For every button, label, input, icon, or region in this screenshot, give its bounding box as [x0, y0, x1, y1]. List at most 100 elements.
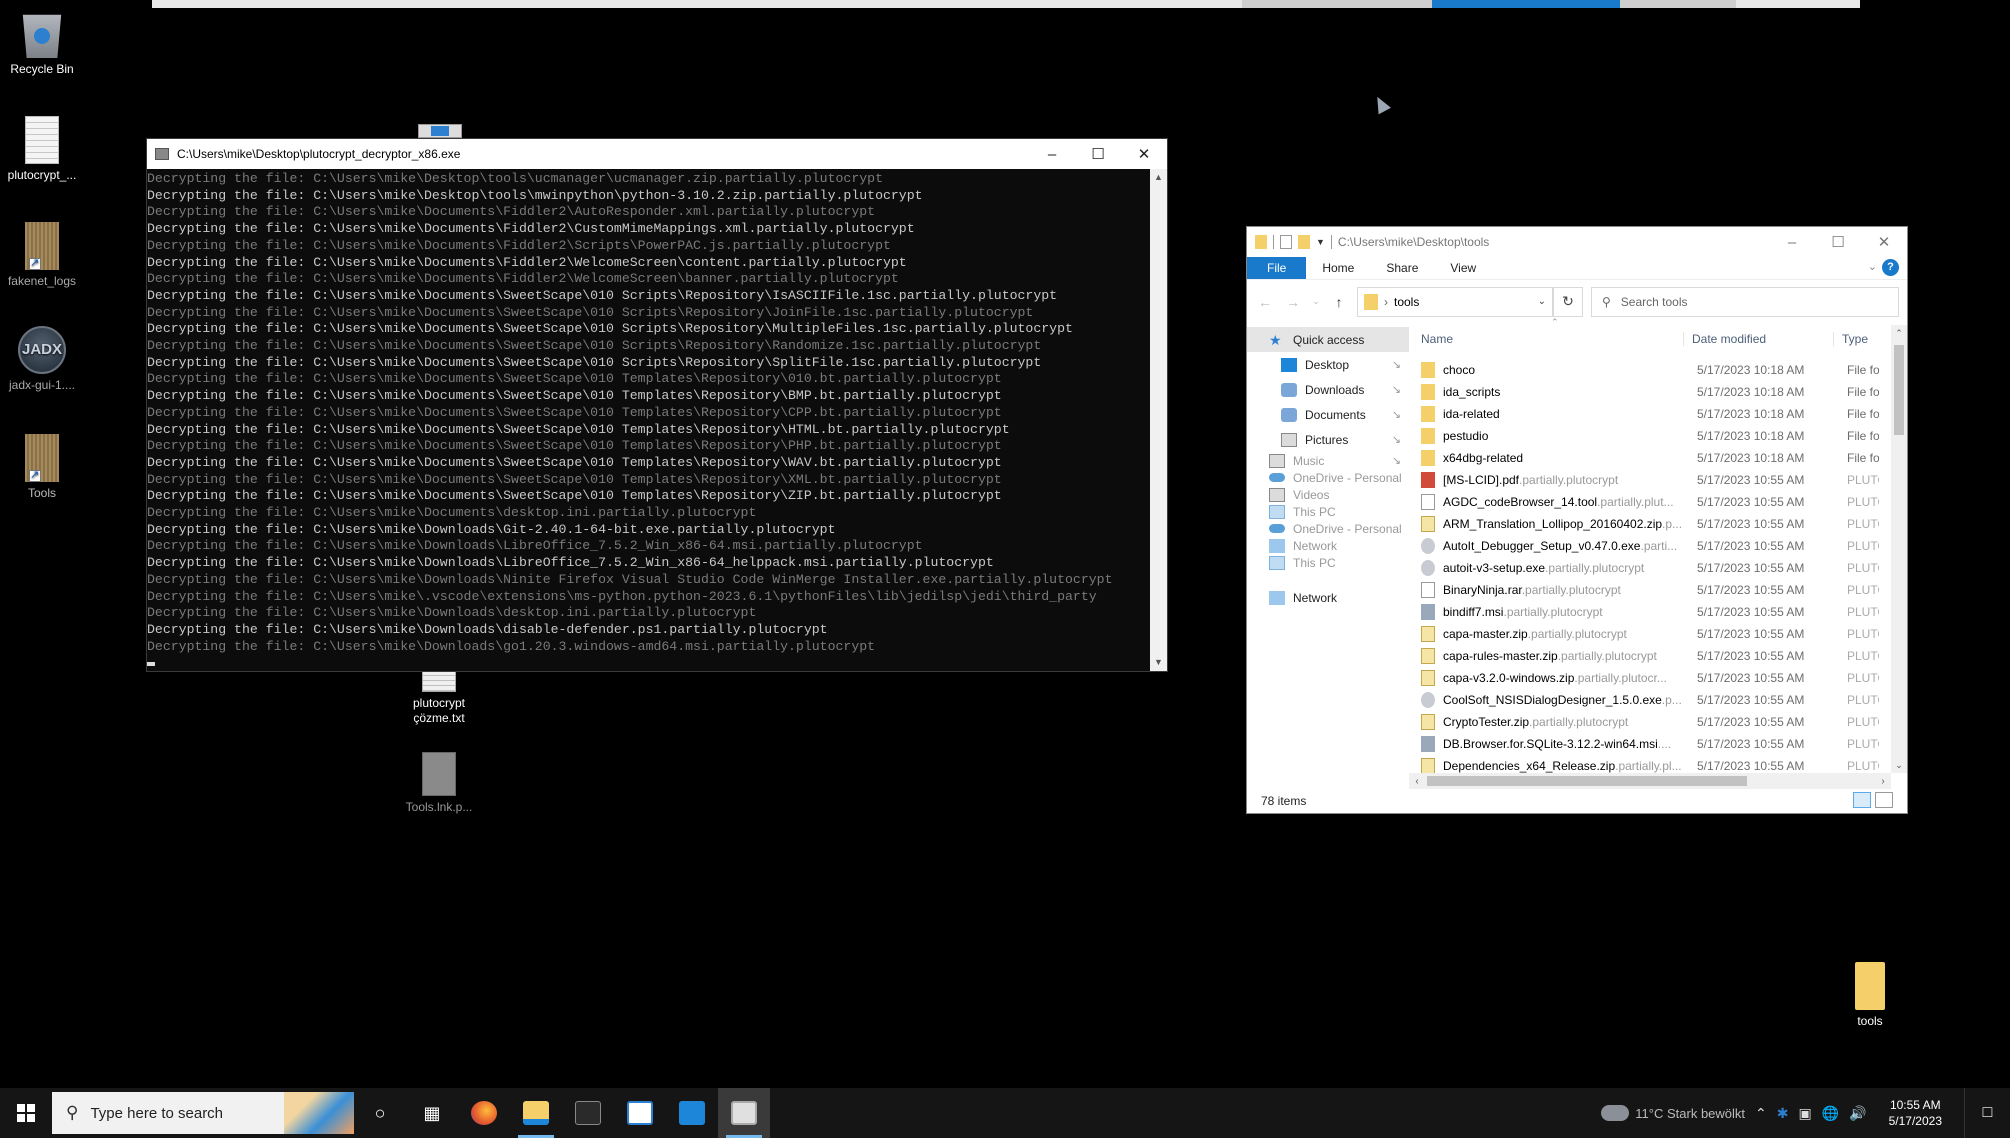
scroll-up-icon[interactable]: ⌃	[1891, 325, 1907, 341]
file-row[interactable]: CryptoTester.zip.partially.plutocrypt 5/1…	[1409, 711, 1891, 733]
nav-item-onedrive-personal[interactable]: OneDrive - Personal	[1247, 469, 1409, 486]
new-folder-icon[interactable]	[1298, 235, 1310, 249]
expand-ribbon-icon[interactable]: ⌄	[1868, 260, 1877, 273]
address-dropdown-icon[interactable]: ⌄	[1538, 296, 1546, 307]
tab-share[interactable]: Share	[1370, 257, 1434, 279]
properties-icon[interactable]	[1280, 235, 1292, 249]
file-row[interactable]: choco 5/17/2023 10:18 AM File fo	[1409, 359, 1891, 381]
column-name[interactable]: Name	[1409, 332, 1683, 346]
file-row[interactable]: BinaryNinja.rar.partially.plutocrypt 5/17…	[1409, 579, 1891, 601]
start-button[interactable]	[0, 1088, 52, 1138]
nav-item-this-pc[interactable]: This PC	[1247, 554, 1409, 571]
refresh-icon[interactable]: ↻	[1553, 286, 1583, 317]
tab-file[interactable]: File	[1247, 257, 1307, 279]
tab-view[interactable]: View	[1434, 257, 1492, 279]
pin-icon[interactable]: ↘	[1392, 408, 1401, 421]
file-row[interactable]: CoolSoft_NSISDialogDesigner_1.5.0.exe.p.…	[1409, 689, 1891, 711]
volume-icon[interactable]: 🔊	[1849, 1105, 1866, 1122]
network-icon[interactable]: 🌐	[1822, 1105, 1839, 1122]
file-row[interactable]: ARM_Translation_Lollipop_20160402.zip.p.…	[1409, 513, 1891, 535]
console-title-bar[interactable]: C:\Users\mike\Desktop\plutocrypt_decrypt…	[147, 139, 1167, 169]
navigation-pane[interactable]: ★ Quick access Desktop ↘ Downloads ↘ Documents…	[1247, 325, 1409, 789]
nav-item-documents[interactable]: Documents ↘	[1247, 402, 1409, 427]
file-list-horizontal-scrollbar[interactable]: ‹ ›	[1409, 773, 1891, 789]
nav-item-downloads[interactable]: Downloads ↘	[1247, 377, 1409, 402]
clock[interactable]: 10:55 AM 5/17/2023	[1877, 1097, 1954, 1129]
minimize-button[interactable]: –	[1769, 227, 1815, 257]
scroll-thumb[interactable]	[1427, 776, 1747, 786]
desktop-icon-recycle-bin[interactable]: Recycle Bin	[0, 10, 84, 77]
desktop-icon-plutocrypt-file[interactable]: plutocrypt_...	[0, 116, 84, 183]
taskbar-terminal[interactable]	[562, 1088, 614, 1138]
file-row[interactable]: DB.Browser.for.SQLite-3.12.2-win64.msi..…	[1409, 733, 1891, 755]
explorer-title-bar[interactable]: ▼ C:\Users\mike\Desktop\tools – ☐ ✕	[1247, 227, 1907, 257]
file-row[interactable]: capa-v3.2.0-windows.zip.partially.plutoc…	[1409, 667, 1891, 689]
taskbar-store[interactable]	[614, 1088, 666, 1138]
weather-widget[interactable]: 11°C Stark bewölkt	[1601, 1105, 1745, 1121]
console-window[interactable]: C:\Users\mike\Desktop\plutocrypt_decrypt…	[146, 138, 1168, 672]
nav-item-music[interactable]: Music ↘	[1247, 452, 1409, 469]
desktop-icon-jadx-gui[interactable]: JADX jadx-gui-1....	[0, 326, 84, 393]
pin-icon[interactable]: ↘	[1392, 383, 1401, 396]
recent-locations-icon[interactable]: ⌄	[1311, 296, 1321, 307]
cortana-button[interactable]: ○	[354, 1088, 406, 1138]
file-row[interactable]: ida-related 5/17/2023 10:18 AM File fo	[1409, 403, 1891, 425]
minimize-button[interactable]: –	[1029, 139, 1075, 169]
console-scrollbar[interactable]: ▲ ▼	[1150, 169, 1167, 671]
file-row[interactable]: AutoIt_Debugger_Setup_v0.47.0.exe.parti.…	[1409, 535, 1891, 557]
desktop-icon-tools-folder[interactable]: tools	[1828, 962, 1912, 1029]
file-row[interactable]: pestudio 5/17/2023 10:18 AM File fo	[1409, 425, 1891, 447]
console-output[interactable]: Decrypting the file: C:\Users\mike\Deskt…	[147, 169, 1150, 671]
address-bar[interactable]: › tools ⌄	[1357, 286, 1553, 317]
back-icon[interactable]: ←	[1255, 294, 1275, 310]
breadcrumb-tools[interactable]: tools	[1394, 295, 1532, 309]
file-explorer-window[interactable]: ▼ C:\Users\mike\Desktop\tools – ☐ ✕ File…	[1246, 226, 1908, 814]
notifications-button[interactable]: □	[1964, 1088, 2010, 1138]
scroll-right-icon[interactable]: ›	[1875, 776, 1891, 787]
file-row[interactable]: autoit-v3-setup.exe.partially.plutocrypt…	[1409, 557, 1891, 579]
desktop-icon-tools-shortcut[interactable]: Tools	[0, 434, 84, 501]
file-row[interactable]: capa-master.zip.partially.plutocrypt 5/17…	[1409, 623, 1891, 645]
nav-item-desktop[interactable]: Desktop ↘	[1247, 352, 1409, 377]
forward-icon[interactable]: →	[1283, 294, 1303, 310]
bluetooth-icon[interactable]: ✱	[1777, 1105, 1789, 1122]
up-icon[interactable]: ↑	[1329, 294, 1349, 310]
file-row[interactable]: bindiff7.msi.partially.plutocrypt 5/17/20…	[1409, 601, 1891, 623]
scroll-left-icon[interactable]: ‹	[1409, 776, 1425, 787]
nav-item-videos[interactable]: Videos	[1247, 486, 1409, 503]
nav-item-this-pc[interactable]: This PC	[1247, 503, 1409, 520]
customize-toolbar-icon[interactable]: ▼	[1316, 237, 1325, 247]
close-button[interactable]: ✕	[1861, 227, 1907, 257]
scroll-thumb[interactable]	[1894, 345, 1904, 435]
nav-item-onedrive-personal[interactable]: OneDrive - Personal	[1247, 520, 1409, 537]
desktop-icon-fakenet-logs[interactable]: fakenet_logs	[0, 222, 84, 289]
nav-item-network[interactable]: Network	[1247, 585, 1409, 610]
desktop-icon-plutocrypt-cozme[interactable]: plutocrypt çözme.txt	[396, 670, 482, 726]
taskbar-file-explorer[interactable]	[510, 1088, 562, 1138]
search-box[interactable]: ⚲ Search tools	[1591, 286, 1899, 317]
pin-icon[interactable]: ↘	[1392, 454, 1401, 467]
nav-item-network[interactable]: Network	[1247, 537, 1409, 554]
tab-home[interactable]: Home	[1306, 257, 1370, 279]
pin-icon[interactable]: ↘	[1392, 433, 1401, 446]
maximize-button[interactable]: ☐	[1815, 227, 1861, 257]
maximize-button[interactable]: ☐	[1075, 139, 1121, 169]
help-icon[interactable]: ?	[1882, 259, 1899, 276]
column-type[interactable]: Type	[1833, 332, 1868, 346]
file-row[interactable]: [MS-LCID].pdf.partially.plutocrypt 5/17/2…	[1409, 469, 1891, 491]
file-row[interactable]: x64dbg-related 5/17/2023 10:18 AM File fo	[1409, 447, 1891, 469]
scroll-down-icon[interactable]: ▼	[1150, 654, 1167, 671]
column-date-modified[interactable]: Date modified	[1683, 332, 1833, 346]
camera-icon[interactable]: ▣	[1799, 1105, 1812, 1122]
taskbar-firefox[interactable]	[458, 1088, 510, 1138]
desktop-icon-tools-lnk[interactable]: Tools.lnk.p...	[396, 752, 482, 815]
file-row[interactable]: capa-rules-master.zip.partially.plutocry…	[1409, 645, 1891, 667]
scroll-up-icon[interactable]: ▲	[1150, 169, 1167, 186]
task-view-button[interactable]: ▦	[406, 1088, 458, 1138]
file-list[interactable]: ⌃ Name Date modified Type choco 5/17/2023…	[1409, 317, 1907, 789]
file-row[interactable]: ida_scripts 5/17/2023 10:18 AM File fo	[1409, 381, 1891, 403]
taskbar-console[interactable]	[718, 1088, 770, 1138]
nav-item-pictures[interactable]: Pictures ↘	[1247, 427, 1409, 452]
nav-item-quick-access[interactable]: ★ Quick access	[1247, 327, 1409, 352]
large-icons-view-icon[interactable]	[1875, 792, 1893, 808]
